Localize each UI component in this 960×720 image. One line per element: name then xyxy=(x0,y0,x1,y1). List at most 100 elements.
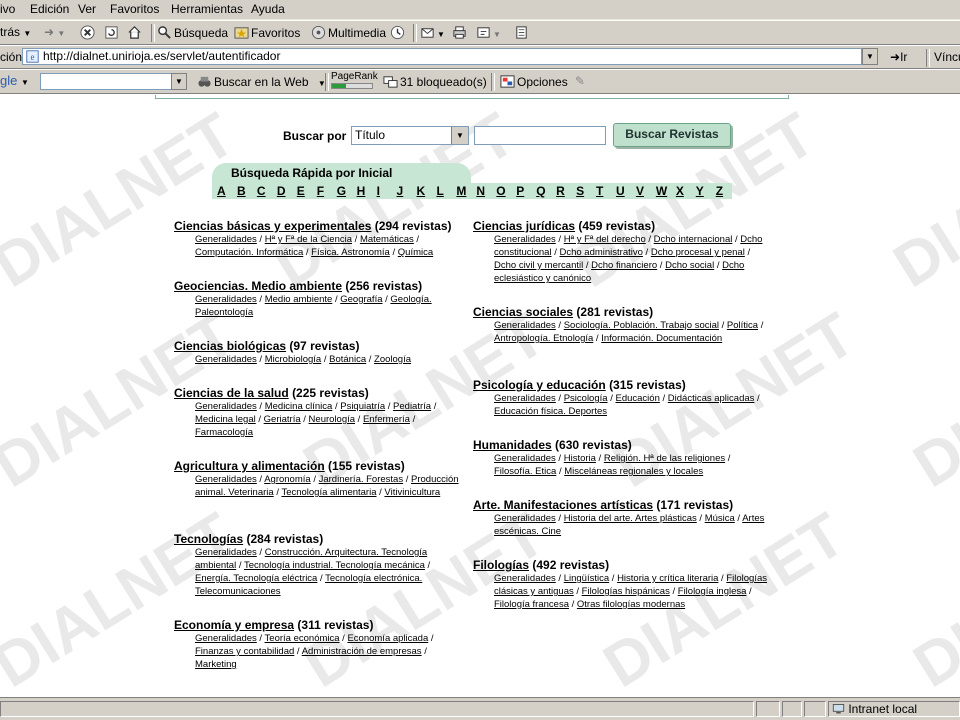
subcategory-link[interactable]: Lingüística xyxy=(564,573,609,584)
category-link[interactable]: Arte. Manifestaciones artísticas xyxy=(473,498,653,512)
letter-link[interactable]: X xyxy=(676,184,684,198)
menu-edit[interactable]: Edición xyxy=(30,2,69,16)
google-search-input[interactable] xyxy=(40,73,172,90)
subcategory-link[interactable]: Generalidades xyxy=(195,633,257,644)
subcategory-link[interactable]: Geografía xyxy=(340,294,382,305)
letter-link[interactable]: B xyxy=(237,184,246,198)
letter-link[interactable]: G xyxy=(337,184,346,198)
subcategory-link[interactable]: Geriatría xyxy=(264,414,301,425)
subcategory-link[interactable]: Dcho administrativo xyxy=(559,247,642,258)
subcategory-link[interactable]: Administración de empresas xyxy=(302,646,422,657)
subcategory-link[interactable]: Generalidades xyxy=(195,474,257,485)
letter-link[interactable]: A xyxy=(217,184,226,198)
letter-link[interactable]: I xyxy=(377,184,380,198)
letter-link[interactable]: M xyxy=(456,184,466,198)
subcategory-link[interactable]: Otras filologías modernas xyxy=(577,599,685,610)
subcategory-link[interactable]: Generalidades xyxy=(494,234,556,245)
subcategory-link[interactable]: Jardinería. Forestas xyxy=(319,474,403,485)
subcategory-link[interactable]: Neurología xyxy=(309,414,355,425)
subcategory-link[interactable]: Información. Documentación xyxy=(601,333,722,344)
search-field-select[interactable]: Título ▼ xyxy=(351,126,469,145)
print-button[interactable] xyxy=(452,25,469,40)
google-logo[interactable]: gle ▼ xyxy=(0,73,29,88)
discuss-button[interactable] xyxy=(514,25,531,40)
subcategory-link[interactable]: Química xyxy=(398,247,433,258)
category-link[interactable]: Ciencias sociales xyxy=(473,305,573,319)
history-button[interactable] xyxy=(390,25,407,40)
letter-link[interactable]: W xyxy=(656,184,667,198)
address-input[interactable]: e http://dialnet.unirioja.es/servlet/aut… xyxy=(22,48,862,65)
subcategory-link[interactable]: Filosofía. Etica xyxy=(494,466,556,477)
subcategory-link[interactable]: Tecnología industrial. Tecnología mecáni… xyxy=(244,560,425,571)
back-button[interactable]: trás ▼ xyxy=(0,25,31,39)
subcategory-link[interactable]: Psiquiatría xyxy=(340,401,385,412)
letter-link[interactable]: O xyxy=(496,184,505,198)
subcategory-link[interactable]: Dcho internacional xyxy=(654,234,733,245)
subcategory-link[interactable]: Medio ambiente xyxy=(265,294,333,305)
subcategory-link[interactable]: Generalidades xyxy=(494,513,556,524)
subcategory-link[interactable]: Generalidades xyxy=(494,453,556,464)
options-button[interactable]: Opciones xyxy=(500,74,568,89)
letter-link[interactable]: Y xyxy=(696,184,704,198)
subcategory-link[interactable]: Generalidades xyxy=(195,401,257,412)
subcategory-link[interactable]: Hª y Fª del derecho xyxy=(564,234,646,245)
letter-link[interactable]: N xyxy=(476,184,485,198)
category-link[interactable]: Ciencias jurídicas xyxy=(473,219,575,233)
search-input[interactable] xyxy=(474,126,606,145)
subcategory-link[interactable]: Filología inglesa xyxy=(678,586,747,597)
subcategory-link[interactable]: Música xyxy=(705,513,735,524)
subcategory-link[interactable]: Psicología xyxy=(564,393,608,404)
letter-link[interactable]: R xyxy=(556,184,565,198)
subcategory-link[interactable]: Misceláneas regionales y locales xyxy=(564,466,703,477)
subcategory-link[interactable]: Botánica xyxy=(329,354,366,365)
subcategory-link[interactable]: Farmacología xyxy=(195,427,253,438)
subcategory-link[interactable]: Filología francesa xyxy=(494,599,569,610)
subcategory-link[interactable]: Generalidades xyxy=(195,234,257,245)
subcategory-link[interactable]: Hª y Fª de la Ciencia xyxy=(265,234,352,245)
subcategory-link[interactable]: Generalidades xyxy=(195,294,257,305)
category-link[interactable]: Economía y empresa xyxy=(174,618,294,632)
mail-button[interactable]: ▼ xyxy=(420,25,445,40)
home-button[interactable] xyxy=(127,25,144,40)
menu-file[interactable]: ivo xyxy=(0,2,15,16)
menu-favorites[interactable]: Favoritos xyxy=(110,2,159,16)
subcategory-link[interactable]: Enfermería xyxy=(363,414,410,425)
menu-view[interactable]: Ver xyxy=(78,2,96,16)
search-button[interactable]: Búsqueda xyxy=(157,25,228,40)
subcategory-link[interactable]: Vitivinicultura xyxy=(384,487,440,498)
subcategory-link[interactable]: Historia del arte. Artes plásticas xyxy=(564,513,697,524)
subcategory-link[interactable]: Educación xyxy=(615,393,659,404)
subcategory-link[interactable]: Dcho procesal y penal xyxy=(651,247,745,258)
subcategory-link[interactable]: Matemáticas xyxy=(360,234,414,245)
letter-link[interactable]: K xyxy=(417,184,426,198)
category-link[interactable]: Ciencias biológicas xyxy=(174,339,286,353)
subcategory-link[interactable]: Generalidades xyxy=(195,547,257,558)
letter-link[interactable]: J xyxy=(397,184,404,198)
letter-link[interactable]: Z xyxy=(716,184,723,198)
menu-tools[interactable]: Herramientas xyxy=(171,2,243,16)
subcategory-link[interactable]: Medicina clínica xyxy=(265,401,333,412)
subcategory-link[interactable]: Dcho financiero xyxy=(591,260,657,271)
subcategory-link[interactable]: Política xyxy=(727,320,758,331)
letter-link[interactable]: V xyxy=(636,184,644,198)
edit-button[interactable]: ▼ xyxy=(476,25,501,40)
links-button[interactable]: Víncu xyxy=(934,50,960,64)
subcategory-link[interactable]: Tecnología alimentaria xyxy=(281,487,376,498)
category-link[interactable]: Geociencias. Medio ambiente xyxy=(174,279,342,293)
subcategory-link[interactable]: Microbiología xyxy=(265,354,322,365)
subcategory-link[interactable]: Sociología. Población. Trabajo social xyxy=(564,320,719,331)
subcategory-link[interactable]: Generalidades xyxy=(195,354,257,365)
subcategory-link[interactable]: Historia xyxy=(564,453,596,464)
subcategory-link[interactable]: Agronomía xyxy=(264,474,310,485)
highlight-icon[interactable]: ✎ xyxy=(575,74,585,88)
letter-link[interactable]: T xyxy=(596,184,603,198)
category-link[interactable]: Tecnologías xyxy=(174,532,243,546)
subcategory-link[interactable]: Dcho social xyxy=(665,260,714,271)
favorites-button[interactable]: Favoritos xyxy=(234,25,300,40)
google-search-dropdown[interactable]: ▼ xyxy=(171,73,187,90)
subcategory-link[interactable]: Economía aplicada xyxy=(347,633,428,644)
subcategory-link[interactable]: Pediatría xyxy=(393,401,431,412)
subcategory-link[interactable]: Religión. Hª de las religiones xyxy=(604,453,725,464)
popup-blocker[interactable]: 31 bloqueado(s) xyxy=(383,74,487,89)
subcategory-link[interactable]: Marketing xyxy=(195,659,237,670)
